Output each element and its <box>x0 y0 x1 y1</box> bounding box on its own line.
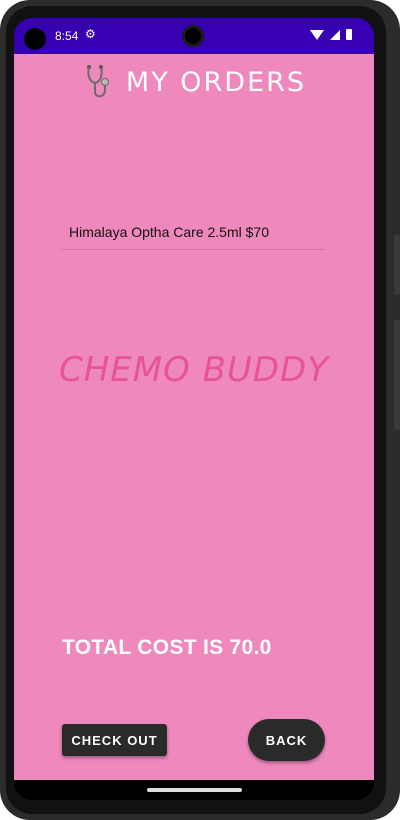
power-button <box>394 320 400 430</box>
home-gesture-handle[interactable] <box>147 788 242 792</box>
status-icons <box>310 29 352 40</box>
brand-watermark: CHEMO BUDDY <box>58 350 330 390</box>
device-frame: 8:54 ⚙ MY ORDERS Himalaya Optha Care 2.5… <box>0 0 400 820</box>
status-bar: 8:54 ⚙ <box>14 18 374 54</box>
status-time: 8:54 <box>55 29 79 43</box>
order-list[interactable]: Himalaya Optha Care 2.5ml $70 <box>61 214 325 250</box>
orders-screen: MY ORDERS Himalaya Optha Care 2.5ml $70 … <box>14 54 374 780</box>
list-item[interactable]: Himalaya Optha Care 2.5ml $70 <box>61 214 325 250</box>
stethoscope-icon <box>86 65 109 98</box>
wifi-icon <box>310 29 324 40</box>
total-cost: TOTAL COST IS 70.0 <box>62 636 272 659</box>
navigation-bar <box>14 780 374 800</box>
volume-button <box>394 235 400 295</box>
camera-cutout <box>182 25 204 47</box>
checkout-button[interactable]: CHECK OUT <box>62 724 167 756</box>
app-header: MY ORDERS <box>14 54 374 110</box>
back-button[interactable]: BACK <box>248 719 325 761</box>
battery-icon <box>346 29 352 40</box>
gear-icon: ⚙ <box>85 27 96 41</box>
front-camera <box>24 28 46 50</box>
phone-screen: 8:54 ⚙ MY ORDERS Himalaya Optha Care 2.5… <box>14 18 374 800</box>
signal-icon <box>330 29 340 40</box>
page-title: MY ORDERS <box>125 66 307 98</box>
